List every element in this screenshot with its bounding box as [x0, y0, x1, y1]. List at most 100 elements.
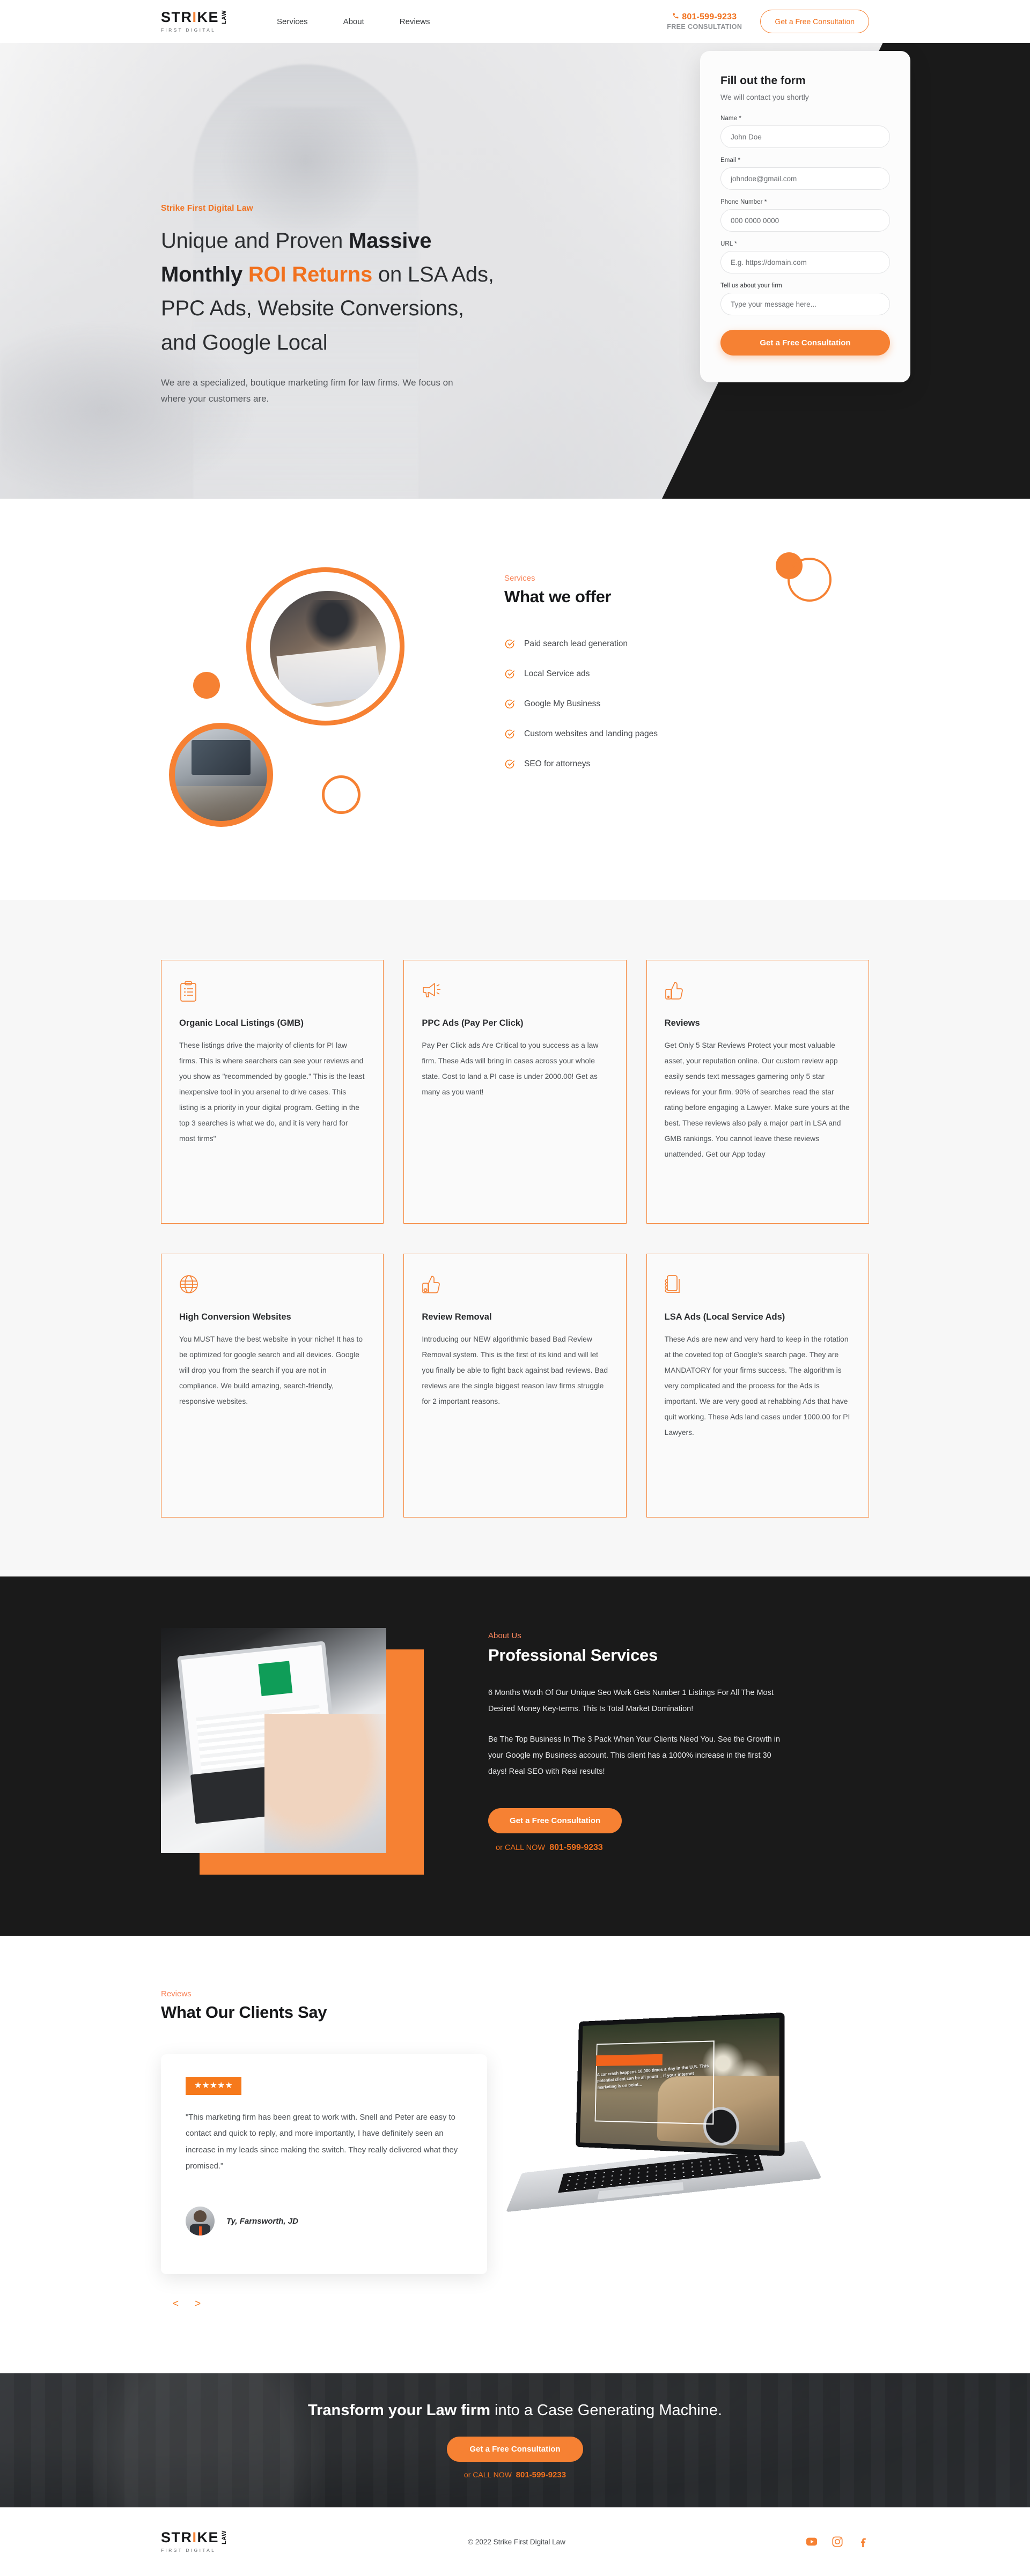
about-cta-button[interactable]: Get a Free Consultation: [488, 1808, 622, 1833]
service-card-body: These listings drive the majority of cli…: [179, 1041, 365, 1143]
cta-call-prefix: or CALL NOW: [464, 2470, 512, 2479]
footer-logo[interactable]: STRIKE FIRST DIGITAL LAW: [161, 2530, 227, 2553]
about-paragraph-2: Be The Top Business In The 3 Pack When Y…: [488, 1735, 781, 1776]
footer-social-links: [806, 2536, 869, 2548]
service-card-title: High Conversion Websites: [179, 1312, 291, 1322]
site-footer: STRIKE FIRST DIGITAL LAW © 2022 Strike F…: [0, 2507, 1030, 2576]
testimonial-card: ★★★★★ "This marketing firm has been grea…: [161, 2054, 487, 2274]
testimonial-author-row: Ty, Farnsworth, JD: [186, 2207, 462, 2236]
avatar: [186, 2207, 215, 2236]
header-phone-caption: FREE CONSULTATION: [667, 23, 742, 31]
cta-call-number[interactable]: 801-599-9233: [516, 2470, 566, 2479]
header-cta-button[interactable]: Get a Free Consultation: [760, 10, 869, 33]
service-card-title: Reviews: [664, 1018, 700, 1028]
offer-photo-signing: [270, 591, 386, 707]
about-call-line: or CALL NOW 801-599-9233: [488, 1843, 869, 1853]
hero-title: Unique and Proven Massive Monthly ROI Re…: [161, 224, 504, 360]
offer-item-label: Custom websites and landing pages: [524, 729, 658, 738]
about-call-number[interactable]: 801-599-9233: [549, 1843, 603, 1852]
about-visual-group: [161, 1628, 440, 1880]
carousel-prev-button[interactable]: <: [173, 2299, 179, 2309]
service-card-body: Get Only 5 Star Reviews Protect your mos…: [664, 1041, 850, 1158]
youtube-icon[interactable]: [806, 2536, 818, 2548]
offer-item-label: Local Service ads: [524, 669, 590, 678]
laptop-mockup: A car crash happens 16,000 times a day i…: [505, 2012, 822, 2242]
mobile-hand-icon: [665, 1275, 685, 1298]
about-photo-tablet: [161, 1628, 386, 1853]
offer-item-label: SEO for attorneys: [524, 759, 591, 768]
offer-section: Services What we offer Paid search lead …: [0, 499, 1030, 900]
service-card: Organic Local Listings (GMB) These listi…: [161, 960, 384, 1224]
service-card: PPC Ads (Pay Per Click) Pay Per Click ad…: [403, 960, 627, 1224]
logo-law-text: LAW: [221, 10, 228, 24]
form-subtitle: We will contact you shortly: [720, 93, 809, 101]
service-card-title: Review Removal: [422, 1312, 492, 1322]
label-name: Name *: [720, 115, 741, 122]
label-email: Email *: [720, 157, 741, 164]
check-circle-icon: [504, 759, 515, 769]
label-phone: Phone Number *: [720, 199, 767, 205]
email-input[interactable]: [720, 167, 890, 190]
header-phone-block[interactable]: 801-599-9233 FREE CONSULTATION: [667, 11, 742, 32]
form-submit-button[interactable]: Get a Free Consultation: [720, 330, 890, 356]
decorative-dot-small: [193, 672, 220, 699]
form-field-name: Name *: [720, 115, 890, 148]
service-card-title: Organic Local Listings (GMB): [179, 1018, 304, 1028]
label-url: URL *: [720, 241, 737, 247]
globe-icon: [179, 1275, 200, 1298]
facebook-icon[interactable]: [857, 2536, 869, 2548]
instagram-icon[interactable]: [832, 2536, 843, 2548]
form-field-phone: Phone Number *: [720, 199, 890, 232]
service-card: Review Removal Introducing our NEW algor…: [403, 1254, 627, 1518]
service-card-title: LSA Ads (Local Service Ads): [664, 1312, 785, 1322]
laptop-mockup-group: A car crash happens 16,000 times a day i…: [476, 2012, 869, 2274]
tablet-hands: [264, 1713, 386, 1853]
service-card: Reviews Get Only 5 Star Reviews Protect …: [646, 960, 869, 1224]
hero-title-highlight: ROI Returns: [248, 263, 372, 287]
offer-list-item: Local Service ads: [504, 669, 869, 679]
form-field-message: Tell us about your firm: [720, 283, 890, 315]
clipboard-icon: [179, 981, 200, 1004]
header-phone-number[interactable]: 801-599-9233: [667, 11, 742, 23]
testimonial-carousel-nav: < >: [161, 2299, 869, 2309]
site-logo[interactable]: STRIKE FIRST DIGITAL LAW: [161, 10, 227, 33]
service-cards-row: Organic Local Listings (GMB) These listi…: [161, 960, 869, 1224]
form-field-url: URL *: [720, 241, 890, 273]
nav-item-about[interactable]: About: [343, 17, 364, 26]
hero-title-plain1: Unique and Proven: [161, 229, 349, 253]
avatar-tie: [198, 2226, 202, 2236]
about-heading: Professional Services: [488, 1646, 658, 1664]
lead-form-card: Fill out the form We will contact you sh…: [700, 51, 910, 382]
cta-heading-rest: into a Case Generating Machine.: [490, 2402, 723, 2419]
about-call-prefix: or CALL NOW: [496, 1843, 546, 1852]
offer-list-item: SEO for attorneys: [504, 759, 869, 769]
reviews-eyebrow: Reviews: [161, 1989, 192, 1998]
label-message: Tell us about your firm: [720, 283, 782, 289]
nav-item-reviews[interactable]: Reviews: [400, 17, 430, 26]
hero-section: Strike First Digital Law Unique and Prov…: [0, 43, 1030, 499]
page-root: STRIKE FIRST DIGITAL LAW Services About …: [0, 0, 1030, 2576]
offer-list-item: Custom websites and landing pages: [504, 729, 869, 739]
service-cards-row: High Conversion Websites You MUST have t…: [161, 1254, 869, 1518]
offer-list: Paid search lead generation Local Servic…: [504, 639, 869, 769]
thumbs-up-icon: [665, 981, 685, 1004]
name-input[interactable]: [720, 125, 890, 148]
testimonial-author-name: Ty, Farnsworth, JD: [226, 2216, 298, 2226]
phone-input[interactable]: [720, 209, 890, 232]
overlay-accent-bar: [595, 2054, 663, 2067]
check-circle-icon: [504, 729, 515, 739]
service-card-body: You MUST have the best website in your n…: [179, 1335, 363, 1405]
thumbs-up-remove-icon: [422, 1275, 442, 1298]
phone-icon: [672, 12, 679, 22]
logo-wordmark: STRIKE: [161, 9, 219, 25]
form-title: Fill out the form: [720, 75, 806, 87]
service-card-body: These Ads are new and very hard to keep …: [664, 1335, 850, 1437]
footer-logo-tagline: FIRST DIGITAL: [161, 2548, 216, 2553]
message-input[interactable]: [720, 293, 890, 315]
cta-button[interactable]: Get a Free Consultation: [447, 2436, 583, 2462]
carousel-next-button[interactable]: >: [195, 2299, 201, 2309]
footer-logo-wordmark: STRIKE: [161, 2529, 219, 2545]
service-card-title: PPC Ads (Pay Per Click): [422, 1018, 524, 1028]
url-input[interactable]: [720, 251, 890, 273]
nav-item-services[interactable]: Services: [277, 17, 308, 26]
